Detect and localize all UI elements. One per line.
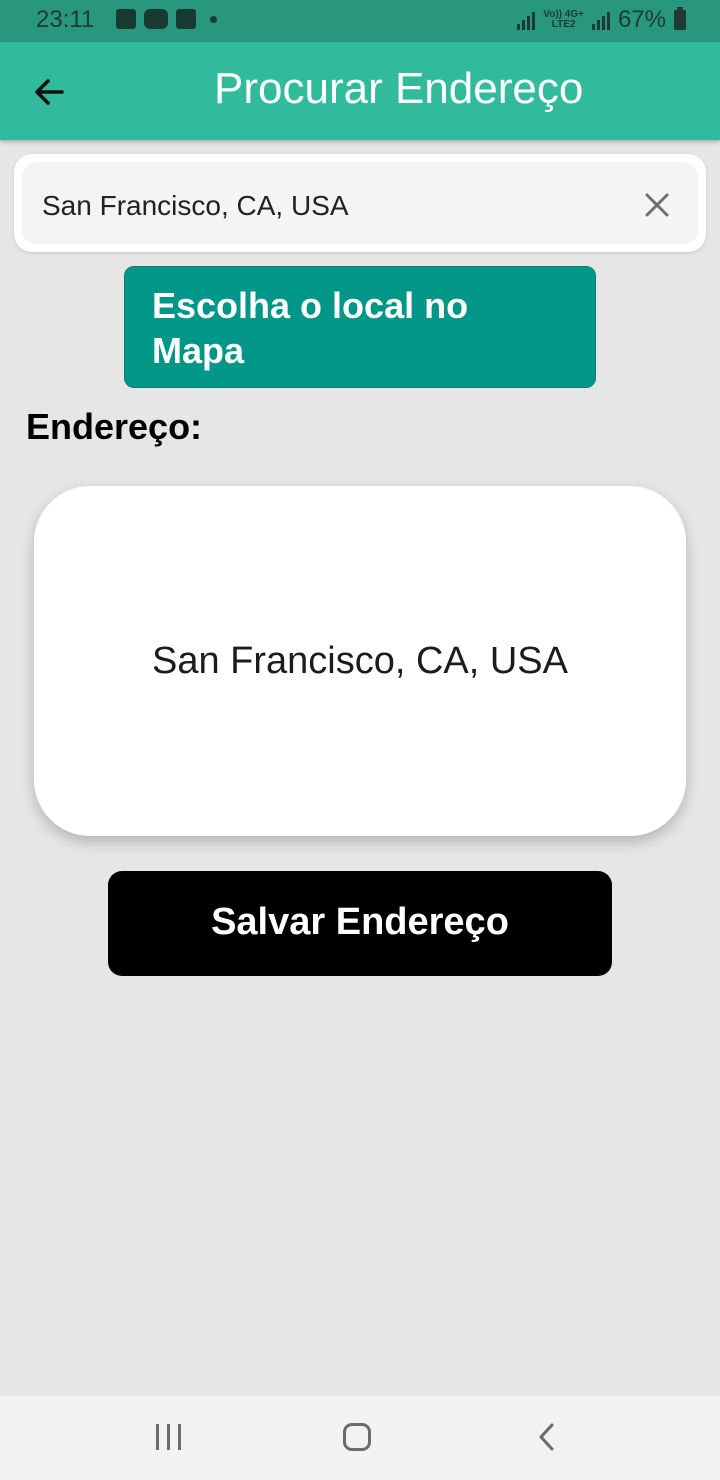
- video-icon: [144, 9, 168, 29]
- signal-icon: [517, 10, 536, 30]
- choose-on-map-button[interactable]: Escolha o local no Mapa: [124, 266, 596, 388]
- more-notifications-icon: [210, 15, 217, 23]
- status-bar: 23:11 Vo)) 4G+ LTE2 67%: [0, 0, 720, 42]
- search-card: San Francisco, CA, USA: [14, 154, 706, 252]
- home-icon[interactable]: [343, 1423, 371, 1451]
- status-right: Vo)) 4G+ LTE2 67%: [517, 6, 686, 34]
- network-bottom: LTE2: [551, 19, 576, 30]
- search-input-value: San Francisco, CA, USA: [42, 190, 349, 221]
- save-address-button[interactable]: Salvar Endereço: [108, 871, 612, 976]
- address-heading: Endereço:: [26, 406, 203, 447]
- recents-icon[interactable]: [156, 1424, 181, 1450]
- back-chevron-icon[interactable]: [532, 1420, 562, 1454]
- signal-icon-2: [591, 10, 610, 30]
- save-address-label: Salvar Endereço: [211, 901, 509, 943]
- clear-search-button[interactable]: [642, 190, 672, 220]
- notification-icons: [116, 9, 217, 29]
- battery-icon: [674, 7, 686, 30]
- close-icon: [645, 193, 669, 217]
- address-value: San Francisco, CA, USA: [151, 640, 569, 682]
- page-title: Procurar Endereço: [214, 64, 584, 113]
- back-button[interactable]: [26, 68, 74, 116]
- battery-percent: 67%: [617, 6, 666, 33]
- app-bar: Procurar Endereço: [0, 42, 720, 140]
- status-time: 23:11: [36, 6, 95, 33]
- navigation-bar: [0, 1396, 720, 1480]
- arrow-left-icon: [35, 79, 64, 105]
- network-indicator: Vo)) 4G+ LTE2: [543, 10, 584, 30]
- gallery-icon: [116, 9, 136, 29]
- choose-on-map-label: Escolha o local no Mapa: [152, 285, 469, 371]
- voicemail-icon: [176, 9, 196, 29]
- search-input[interactable]: San Francisco, CA, USA: [22, 162, 698, 244]
- address-card: San Francisco, CA, USA: [34, 486, 686, 836]
